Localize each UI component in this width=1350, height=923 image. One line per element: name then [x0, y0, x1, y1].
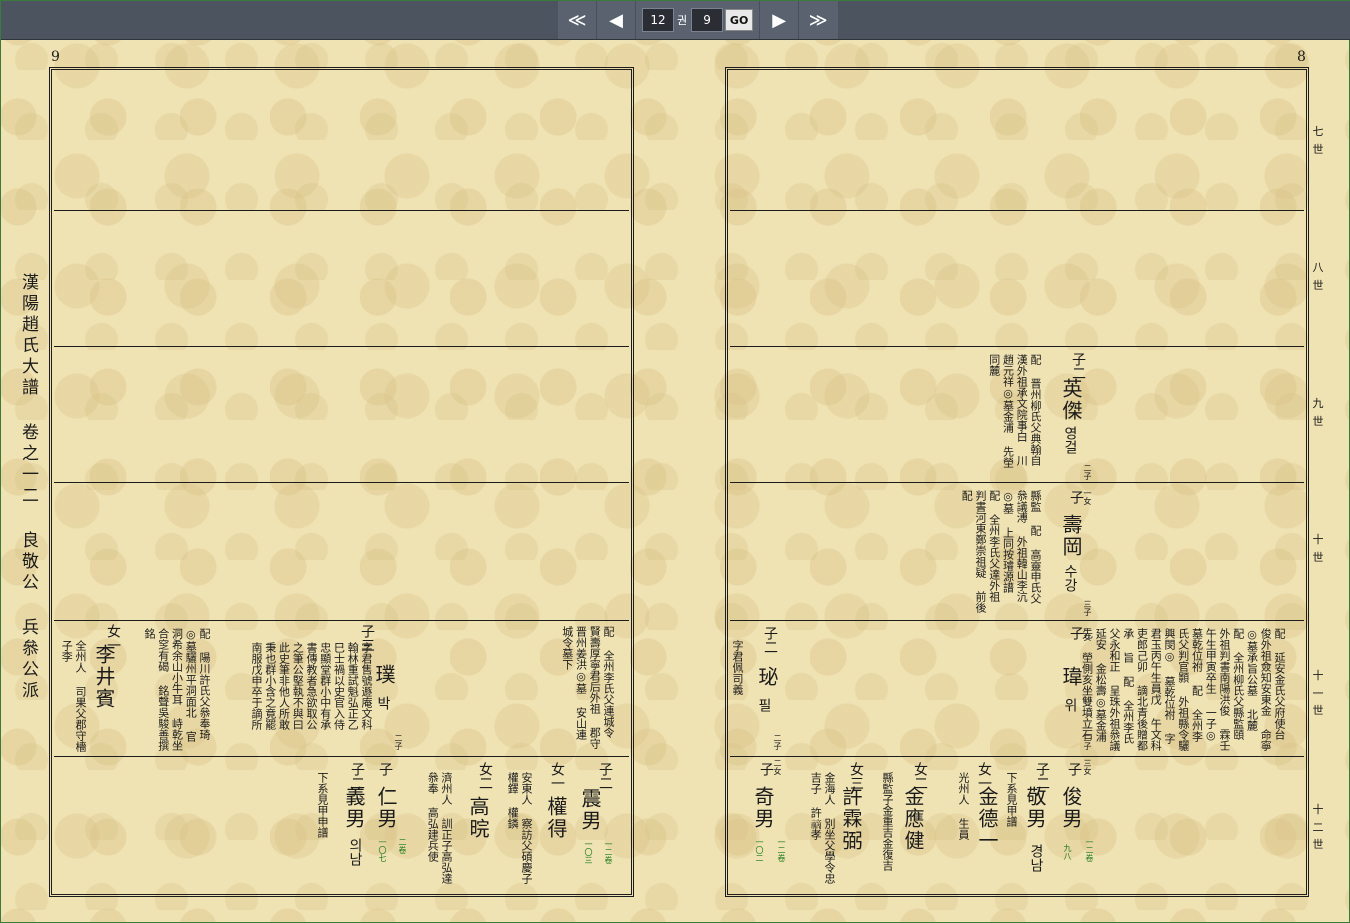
entry-head: 女二 [477, 762, 493, 790]
person-name: 壽岡 [1059, 514, 1083, 558]
right-arrow-icon: ▶ [772, 9, 787, 31]
page-input[interactable] [691, 8, 724, 32]
spouse-detail: 濟州人 訓正子高弘達叅奉 高弘建兵使 [426, 772, 453, 884]
previous-page-button[interactable]: ◀ [597, 1, 636, 39]
biography-text: 字君售號遯庵文科 翰林重試魁弘正乙 巳士禍以史官入侍 忠顯堂群小中有承 書傳教者… [250, 642, 373, 730]
lineage-note: 下系見甲譜 [1005, 772, 1018, 827]
volume-reference: 一二卷 [604, 840, 613, 864]
volume-reference: 二卷 [398, 838, 407, 854]
entry-head: 女一 [549, 762, 565, 790]
row-divider [54, 620, 629, 621]
entry-head: 子 [758, 762, 774, 776]
row-divider [730, 210, 1304, 211]
children-count: 二子 [394, 734, 403, 750]
spouse-record: 縣監 配 高靈申氏父叅議溥 外祖韓山李沆◎墓 上同按璿源譜 配 全州李氏父達外祖… [960, 490, 1042, 613]
name-reading: 박 [375, 696, 391, 710]
spouse-detail: 安東人 察訪父碩慶子權鐸 權鏻 [506, 772, 533, 884]
name-reading: 의남 [347, 838, 363, 866]
volume-input[interactable] [642, 8, 674, 32]
person-name: 璞 [372, 664, 396, 686]
person-name: 義男 [342, 786, 366, 830]
double-right-arrow-icon: ≫ [808, 9, 828, 31]
first-page-button[interactable]: ≪ [558, 1, 597, 39]
person-name: 瑋 [1059, 666, 1083, 688]
page-reference: 九八 [1063, 844, 1072, 860]
page-reference: 一〇三 [584, 840, 593, 864]
row-divider [730, 482, 1304, 483]
generation-label: 七世 [1312, 125, 1324, 156]
person-name: 奇男 [751, 786, 775, 830]
left-page-number: 9 [51, 49, 60, 65]
left-arrow-icon: ◀ [609, 9, 623, 31]
name-reading: 위 [1062, 698, 1078, 712]
generation-label: 十二世 [1312, 803, 1324, 852]
children-count: 二子 二女 [773, 734, 782, 775]
spouse-record: 配 全州李氏父連城令 賢壽厚寧君后外祖 郡守晋州姜洪◎墓 安山連城令墓下 [560, 626, 615, 749]
row-divider [730, 346, 1304, 347]
name-reading: 영걸 [1062, 426, 1078, 454]
person-name: 李井賓 [92, 644, 116, 710]
person-name: 高晥 [466, 796, 490, 840]
entry-head: 子二 [597, 762, 613, 790]
next-page-button[interactable]: ▶ [760, 1, 800, 39]
person-name: 金德一 [975, 786, 999, 852]
generation-label: 十世 [1312, 533, 1324, 564]
page-reference: 一〇二 [755, 838, 764, 862]
spouse-detail: 全州人 司果父郡守檣子李 [60, 640, 87, 752]
go-button[interactable]: GO [725, 9, 754, 31]
entry-head: 子二 [762, 626, 778, 654]
double-left-arrow-icon: ≪ [567, 9, 587, 31]
person-name: 震男 [578, 788, 602, 832]
person-name: 權得 [544, 796, 568, 840]
row-divider [54, 756, 629, 757]
row-divider [730, 756, 1304, 757]
children-count: 二子 一女 [1083, 464, 1092, 505]
spouse-record: 配 延安金氏父府使台 俊外祖僉知安東金 命寧◎墓承旨公墓 北麓 配 全州柳氏父縣… [1080, 628, 1287, 751]
generation-label: 十一世 [1312, 669, 1324, 718]
entry-head: 子 [377, 762, 393, 776]
person-name: 仁男 [374, 786, 398, 830]
page-reference: 一〇七 [378, 838, 387, 862]
right-page-frame: 子二 英傑 영걸 二子 一女 配 晋州柳氏父典翰自 漢外祖承文院事白 川趙元祥◎… [725, 67, 1309, 897]
row-divider [54, 346, 629, 347]
spouse-detail: 光州人 生員 [957, 772, 970, 840]
person-name: 許霖弼 [839, 786, 863, 852]
person-name: 敬男 [1023, 786, 1047, 830]
last-page-button[interactable]: ≫ [799, 1, 837, 39]
entry-head: 子 [1066, 762, 1082, 776]
name-reading: 수강 [1062, 564, 1078, 592]
style-name: 字君佩司義 [731, 640, 744, 695]
person-name: 珌 [755, 666, 779, 688]
generation-label: 九世 [1312, 397, 1324, 428]
person-name: 金應健 [901, 786, 925, 852]
volume-unit-label: 권 [677, 14, 688, 27]
person-name: 英傑 [1059, 378, 1083, 422]
name-reading: 경남 [1028, 844, 1044, 872]
spouse-detail: 縣監子金重吉金復吉 [881, 772, 894, 871]
generation-label: 八世 [1312, 261, 1324, 292]
left-page-frame: 配 全州李氏父連城令 賢壽厚寧君后外祖 郡守晋州姜洪◎墓 安山連城令墓下 子三 … [49, 67, 634, 897]
book-title: 漢陽趙氏大譜 卷之一二 良敬公 兵叅公派 [18, 273, 38, 702]
entry-head: 子 [1068, 490, 1084, 504]
row-divider [54, 482, 629, 483]
top-toolbar: ≪ ◀ 권 GO ▶ ≫ [1, 1, 1350, 40]
person-name: 俊男 [1059, 786, 1083, 830]
spouse-detail: 金海人 別坐父學令忠吉子 許𥛚孝 [809, 772, 836, 884]
entry-head: 子二 [1070, 352, 1086, 380]
spouse-record: 配 陽川許氏父叅奉琦 ◎墓驪州平洞面北 官洞希余山小牛耳 峙乾坐合窆有碣 銘聲吳… [143, 628, 211, 751]
volume-selector: 권 GO [636, 1, 761, 39]
lineage-note: 下系見甲申譜 [316, 772, 329, 838]
row-divider [730, 620, 1304, 621]
name-reading: 필 [756, 698, 772, 712]
row-divider [54, 210, 629, 211]
spouse-record: 配 晋州柳氏父典翰自 漢外祖承文院事白 川趙元祥◎墓金浦 先塋同麓 [987, 354, 1042, 468]
page-navigator: ≪ ◀ 권 GO ▶ ≫ [558, 1, 838, 39]
right-page-number: 8 [1297, 49, 1306, 65]
volume-reference: 一二卷 [777, 838, 786, 862]
volume-reference: 一二卷 [1085, 838, 1094, 862]
